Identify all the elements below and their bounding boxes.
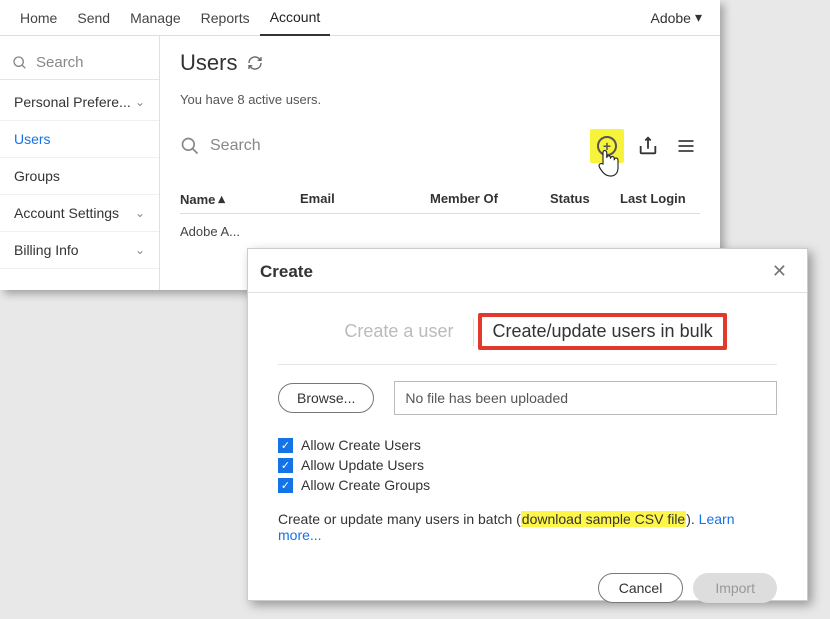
- dialog-header: Create ✕: [248, 249, 807, 293]
- chevron-down-icon: ⌄: [135, 243, 145, 257]
- column-name[interactable]: Name▴: [180, 191, 300, 207]
- column-name-label: Name: [180, 192, 215, 207]
- file-status-field: No file has been uploaded: [394, 381, 777, 415]
- tab-divider: [473, 318, 474, 346]
- sidebar-search-placeholder: Search: [36, 54, 84, 71]
- table-header: Name▴ Email Member Of Status Last Login: [180, 191, 700, 214]
- plus-circle-icon: +: [597, 136, 617, 156]
- checkbox-label: Allow Create Users: [301, 437, 421, 453]
- dialog-footer: Cancel Import: [248, 573, 807, 619]
- checkmark-icon: ✓: [278, 458, 293, 473]
- chevron-down-icon: ⌄: [135, 206, 145, 220]
- help-mid: ).: [686, 511, 698, 527]
- cancel-button[interactable]: Cancel: [598, 573, 684, 603]
- active-users-count: You have 8 active users.: [180, 92, 700, 107]
- brand-label: Adobe: [650, 10, 690, 26]
- sidebar-item-personal-preferences[interactable]: Personal Prefere... ⌄: [0, 84, 159, 121]
- column-member-of[interactable]: Member Of: [430, 191, 550, 207]
- nav-tab-send[interactable]: Send: [67, 0, 120, 36]
- cell-name: Adobe A...: [180, 224, 240, 239]
- export-button[interactable]: [634, 132, 662, 160]
- checkmark-icon: ✓: [278, 478, 293, 493]
- hamburger-icon: [676, 136, 696, 156]
- page-title: Users: [180, 50, 700, 76]
- share-icon: [637, 135, 659, 157]
- import-button[interactable]: Import: [693, 573, 777, 603]
- nav-tab-manage[interactable]: Manage: [120, 0, 191, 36]
- nav-tab-reports[interactable]: Reports: [191, 0, 260, 36]
- checkbox-label: Allow Create Groups: [301, 477, 430, 493]
- sort-asc-icon: ▴: [218, 191, 225, 207]
- user-search-placeholder: Search: [210, 137, 261, 155]
- options-group: ✓ Allow Create Users ✓ Allow Update User…: [278, 437, 777, 493]
- help-text: Create or update many users in batch (do…: [278, 511, 777, 543]
- tab-bulk-users[interactable]: Create/update users in bulk: [478, 313, 726, 350]
- toolbar: Search +: [180, 129, 700, 163]
- sidebar-item-groups[interactable]: Groups: [0, 158, 159, 195]
- search-icon: [12, 55, 28, 71]
- top-nav: Home Send Manage Reports Account Adobe ▾: [0, 0, 720, 36]
- main-window: Home Send Manage Reports Account Adobe ▾…: [0, 0, 720, 290]
- caret-down-icon: ▾: [695, 9, 702, 26]
- refresh-icon[interactable]: [247, 55, 263, 71]
- sidebar-item-label: Billing Info: [14, 242, 79, 258]
- nav-tab-account[interactable]: Account: [260, 0, 331, 36]
- table-row[interactable]: Adobe A...: [180, 214, 700, 249]
- sidebar-search[interactable]: Search: [0, 46, 159, 80]
- sidebar-item-label: Users: [14, 131, 51, 147]
- user-search[interactable]: Search: [180, 136, 375, 156]
- checkbox-label: Allow Update Users: [301, 457, 424, 473]
- create-dialog: Create ✕ Create a user Create/update use…: [247, 248, 808, 601]
- sidebar-item-users[interactable]: Users: [0, 121, 159, 158]
- checkbox-allow-create-users[interactable]: ✓ Allow Create Users: [278, 437, 777, 453]
- page-title-text: Users: [180, 50, 237, 76]
- menu-button[interactable]: [672, 132, 700, 160]
- chevron-down-icon: ⌄: [135, 95, 145, 109]
- search-icon: [180, 136, 200, 156]
- sidebar-item-label: Groups: [14, 168, 60, 184]
- sidebar: Search Personal Prefere... ⌄ Users Group…: [0, 36, 160, 290]
- close-icon: ✕: [772, 261, 787, 281]
- column-email[interactable]: Email: [300, 191, 430, 207]
- upload-row: Browse... No file has been uploaded: [278, 381, 777, 415]
- checkbox-allow-create-groups[interactable]: ✓ Allow Create Groups: [278, 477, 777, 493]
- sidebar-item-label: Personal Prefere...: [14, 94, 131, 110]
- help-prefix: Create or update many users in batch (: [278, 511, 521, 527]
- download-sample-link[interactable]: download sample CSV file: [521, 511, 686, 527]
- column-status[interactable]: Status: [550, 191, 620, 207]
- dialog-title: Create: [260, 262, 313, 282]
- tab-create-user[interactable]: Create a user: [328, 317, 469, 346]
- checkbox-allow-update-users[interactable]: ✓ Allow Update Users: [278, 457, 777, 473]
- sidebar-item-label: Account Settings: [14, 205, 119, 221]
- close-button[interactable]: ✕: [768, 261, 791, 282]
- brand-menu[interactable]: Adobe ▾: [642, 9, 710, 26]
- browse-button[interactable]: Browse...: [278, 383, 374, 413]
- column-last-login[interactable]: Last Login: [620, 191, 700, 207]
- add-user-button[interactable]: +: [590, 129, 624, 163]
- checkmark-icon: ✓: [278, 438, 293, 453]
- sidebar-item-account-settings[interactable]: Account Settings ⌄: [0, 195, 159, 232]
- nav-tab-home[interactable]: Home: [10, 0, 67, 36]
- dialog-tabs: Create a user Create/update users in bul…: [278, 313, 777, 365]
- sidebar-item-billing-info[interactable]: Billing Info ⌄: [0, 232, 159, 269]
